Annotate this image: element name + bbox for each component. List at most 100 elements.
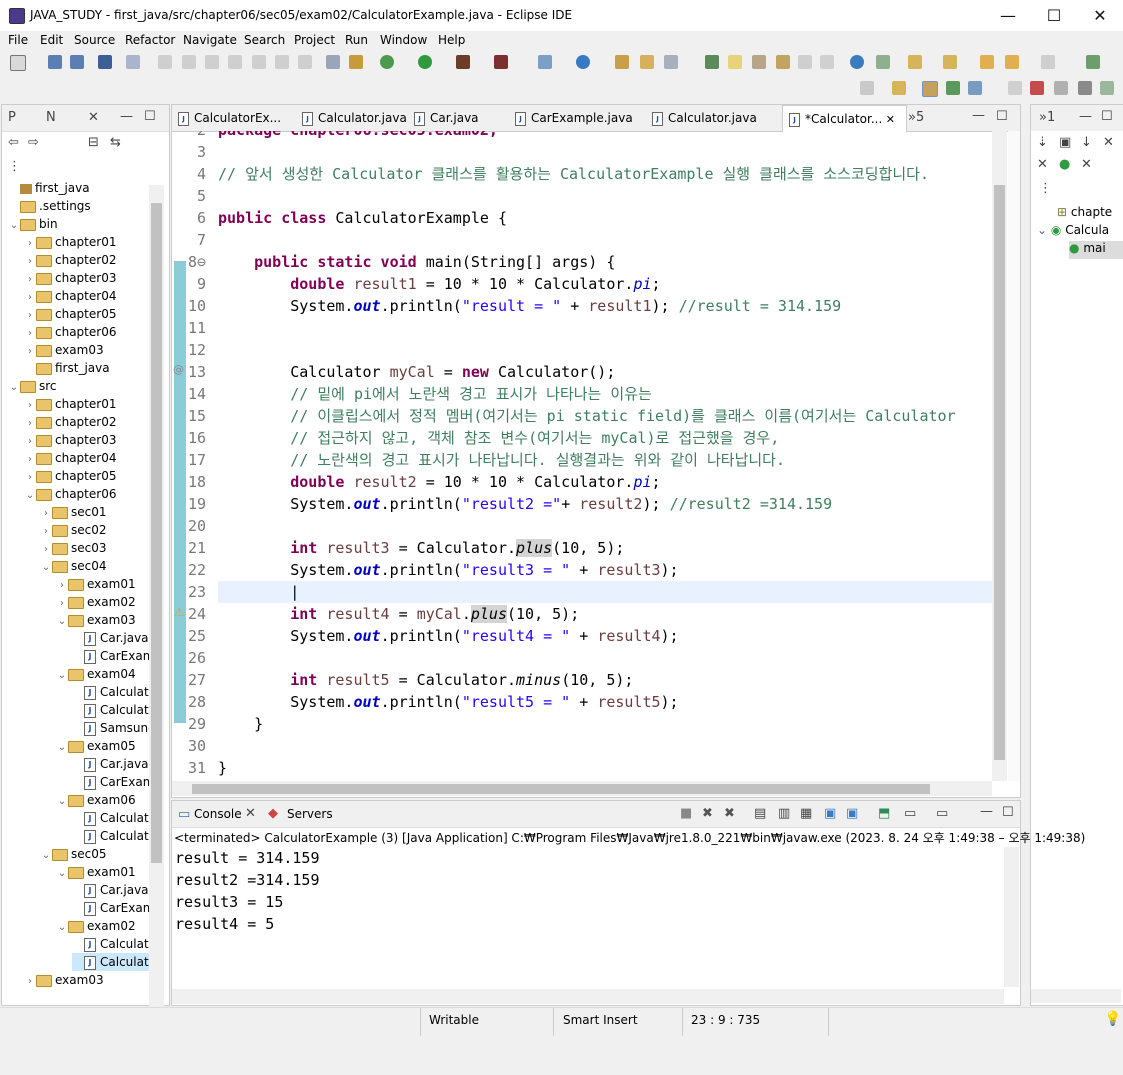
code-line[interactable]: 15 // 이클립스에서 정적 멤버(여기서는 pi static field)… bbox=[172, 405, 992, 427]
collapse-all-icon[interactable]: ⊟ bbox=[88, 135, 99, 150]
block-select-icon[interactable] bbox=[752, 55, 766, 69]
word-wrap-icon[interactable]: ▦ bbox=[800, 806, 812, 821]
package-explorer-tab[interactable]: P bbox=[8, 110, 16, 125]
tree-item[interactable]: J CarExamp bbox=[72, 773, 149, 791]
pen-icon[interactable] bbox=[664, 55, 678, 69]
book-icon[interactable] bbox=[1100, 81, 1114, 95]
view-icon[interactable] bbox=[1030, 81, 1044, 95]
maximize-editor-icon[interactable]: ☐ bbox=[996, 109, 1008, 124]
open-type-icon[interactable] bbox=[326, 55, 340, 69]
tree-item[interactable]: ⌄ exam06 bbox=[56, 791, 136, 809]
hide-local-types-icon[interactable]: ● bbox=[1059, 157, 1070, 172]
code-line[interactable]: 8⊖ public static void main(String[] args… bbox=[172, 251, 992, 273]
tree-item[interactable]: J Calculator bbox=[72, 935, 149, 953]
code-line[interactable]: 16 // 접근하지 않고, 객체 참조 변수(여기서는 myCal)로 접근했… bbox=[172, 427, 992, 449]
tree-item[interactable]: › chapter05 bbox=[24, 305, 116, 323]
maximize-button[interactable]: ☐ bbox=[1031, 0, 1077, 31]
chevron-down-icon[interactable]: ⌄ bbox=[24, 487, 36, 505]
code-line[interactable]: 31} bbox=[172, 757, 992, 779]
tree-item[interactable]: J SamsungC bbox=[72, 719, 149, 737]
highlight-icon[interactable] bbox=[728, 55, 742, 69]
hide-imports-icon[interactable]: ✕ bbox=[1081, 157, 1092, 172]
status-insert-mode[interactable]: Smart Insert bbox=[563, 1013, 638, 1027]
remove-all-icon[interactable]: ✖ bbox=[724, 806, 735, 821]
back-arrow-icon[interactable]: ⇦ bbox=[8, 135, 19, 150]
tree-item[interactable]: J Calculator bbox=[72, 827, 149, 845]
code-line[interactable]: 25 System.out.println("result4 = " + res… bbox=[172, 625, 992, 647]
clear-console-icon[interactable]: ▤ bbox=[754, 806, 766, 821]
remove-launch-icon[interactable]: ✖ bbox=[702, 806, 713, 821]
chevron-down-icon[interactable]: ⌄ bbox=[8, 217, 20, 235]
code-line[interactable]: 27 int result5 = Calculator.minus(10, 5)… bbox=[172, 669, 992, 691]
back-icon[interactable] bbox=[980, 55, 994, 69]
tree-item[interactable]: J Car.java bbox=[72, 629, 149, 647]
console-tab[interactable]: Console bbox=[194, 807, 242, 821]
debug-perspective-icon[interactable] bbox=[946, 81, 960, 95]
tree-item[interactable]: .settings bbox=[8, 197, 91, 215]
code-line[interactable]: 13 Calculator myCal = new Calculator(); bbox=[172, 361, 992, 383]
close-icon[interactable]: ✕ bbox=[882, 113, 895, 126]
tree-item[interactable]: ⌄ exam01 bbox=[56, 863, 136, 881]
code-line[interactable]: 3 bbox=[172, 141, 992, 163]
chevron-down-icon[interactable]: ⌄ bbox=[40, 559, 52, 577]
tree-item[interactable]: › exam03 bbox=[24, 341, 104, 359]
code-line[interactable]: 21 int result3 = Calculator.plus(10, 5); bbox=[172, 537, 992, 559]
editor-tab[interactable]: J CarExample.java bbox=[509, 105, 640, 131]
code-line[interactable]: 6 public class CalculatorExample { bbox=[172, 207, 992, 229]
sort-icon[interactable]: ⇣ bbox=[1037, 135, 1048, 150]
menu-project[interactable]: Project bbox=[294, 33, 335, 47]
outline-tab[interactable]: »1 bbox=[1039, 110, 1055, 125]
tree-item[interactable]: › exam03 bbox=[24, 971, 104, 989]
scroll-lock-icon[interactable]: ▥ bbox=[778, 806, 790, 821]
tree-item[interactable]: ⌄ chapter06 bbox=[24, 485, 117, 505]
tree-item[interactable]: J Calculator bbox=[72, 809, 149, 827]
chevron-down-icon[interactable]: ⌄ bbox=[56, 865, 68, 883]
maximize-view-icon[interactable]: ☐ bbox=[144, 109, 156, 124]
skip-breakpoints-icon[interactable] bbox=[126, 55, 140, 69]
tree-item[interactable]: › chapter06 bbox=[24, 323, 116, 341]
suspend-icon[interactable] bbox=[182, 55, 196, 69]
editor-tab-active[interactable]: J *Calculator... ✕ bbox=[782, 105, 907, 132]
open-console-icon[interactable]: ▭ bbox=[936, 806, 948, 821]
minimize-editor-icon[interactable]: — bbox=[972, 108, 985, 123]
layout-icon[interactable] bbox=[1054, 81, 1068, 95]
save-all-icon[interactable] bbox=[70, 55, 84, 69]
console-vertical-scrollbar[interactable] bbox=[1004, 847, 1019, 987]
tree-item[interactable]: first_java bbox=[24, 359, 110, 377]
code-line[interactable]: 4 // 앞서 생성한 Calculator 클래스를 활용하는 Calculat… bbox=[172, 163, 992, 185]
servers-tab[interactable]: Servers bbox=[287, 807, 333, 821]
alphabetical-sort-icon[interactable]: ↓ bbox=[1081, 135, 1092, 150]
tree-item[interactable]: J Calculator bbox=[72, 701, 149, 719]
show-stderr-icon[interactable]: ▣ bbox=[846, 806, 858, 821]
open-perspective-button-icon[interactable] bbox=[892, 81, 906, 95]
code-line[interactable]: 23 | bbox=[172, 581, 992, 603]
tree-item[interactable]: ⌄ sec04 bbox=[40, 557, 107, 575]
tree-item[interactable]: J CarExamp bbox=[72, 647, 149, 665]
java-perspective-icon[interactable] bbox=[922, 81, 938, 97]
status-cursor-position[interactable]: 23 : 9 : 735 bbox=[691, 1013, 760, 1027]
debug-icon[interactable] bbox=[380, 55, 394, 69]
code-line[interactable]: 19 System.out.println("result2 ="+ resul… bbox=[172, 493, 992, 515]
outline-class[interactable]: ⌄ ◉ Calcula bbox=[1037, 223, 1109, 237]
tree-item[interactable]: ⌄ exam03 bbox=[56, 611, 136, 629]
external-tools-icon[interactable] bbox=[494, 55, 508, 69]
terminate-icon[interactable]: ■ bbox=[680, 806, 692, 821]
code-line[interactable]: 7 bbox=[172, 229, 992, 251]
forward-icon[interactable] bbox=[1041, 55, 1055, 69]
restore-icon[interactable] bbox=[1008, 81, 1022, 95]
code-line[interactable]: 22 System.out.println("result3 = " + res… bbox=[172, 559, 992, 581]
new-icon[interactable] bbox=[10, 55, 26, 71]
pin-icon[interactable] bbox=[798, 55, 812, 69]
tree-item[interactable]: › chapter04 bbox=[24, 287, 116, 305]
chevron-down-icon[interactable]: ⌄ bbox=[56, 667, 68, 685]
tree-item[interactable]: › exam01 bbox=[56, 575, 136, 593]
show-stdout-icon[interactable]: ▣ bbox=[824, 806, 836, 821]
search-icon[interactable] bbox=[640, 55, 654, 69]
hide-static-icon[interactable]: ✕ bbox=[1103, 135, 1114, 150]
web-browser-icon[interactable] bbox=[850, 55, 864, 69]
code-line[interactable]: 18 double result2 = 10 * 10 * Calculator… bbox=[172, 471, 992, 493]
chevron-down-icon[interactable]: ⌄ bbox=[56, 613, 68, 631]
save-icon[interactable] bbox=[48, 55, 62, 69]
tree-item[interactable]: › chapter01 bbox=[24, 233, 116, 251]
tree-item[interactable]: › chapter04 bbox=[24, 449, 116, 467]
